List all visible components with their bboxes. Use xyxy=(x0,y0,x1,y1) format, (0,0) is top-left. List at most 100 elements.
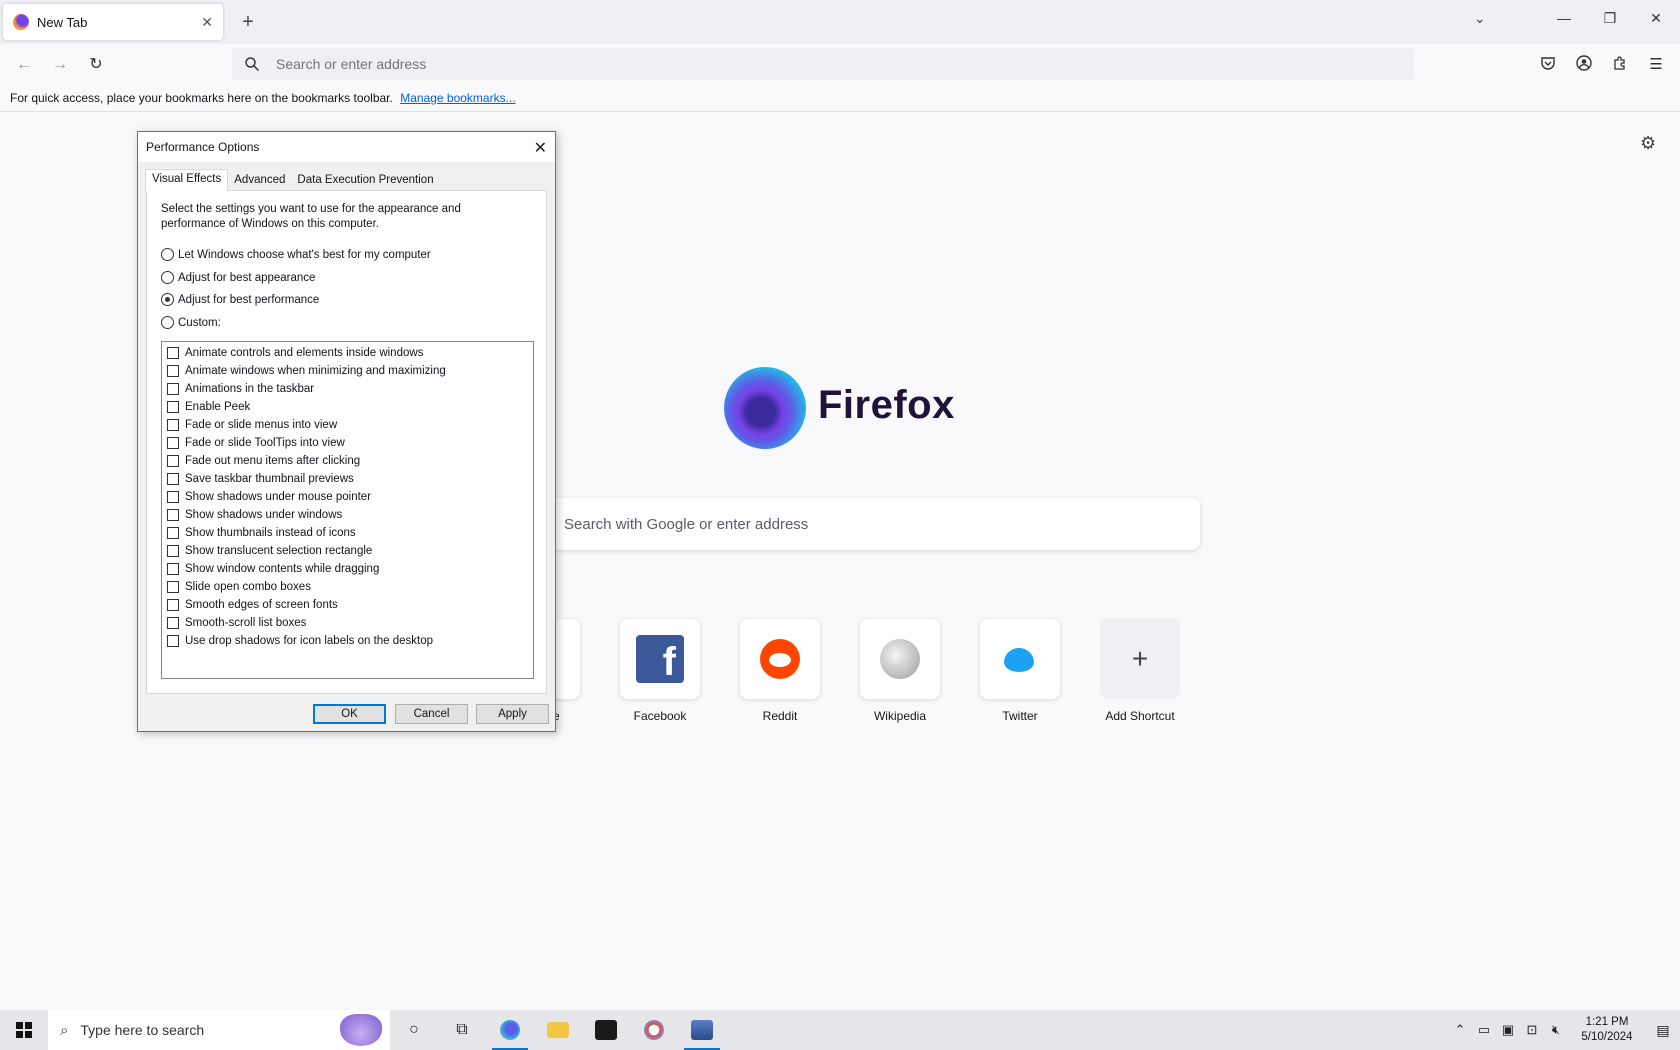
radio-best-appearance[interactable]: Adjust for best appearance xyxy=(161,271,315,284)
shortcut-facebook[interactable]: f Facebook xyxy=(610,619,710,723)
taskbar-terminal[interactable] xyxy=(582,1010,630,1050)
plus-icon: + xyxy=(1131,643,1149,674)
tab-data-execution-prevention[interactable]: Data Execution Prevention xyxy=(291,171,439,191)
apply-button[interactable]: Apply xyxy=(476,704,549,724)
radio-button[interactable] xyxy=(161,316,174,329)
newtab-search-input[interactable]: Search with Google or enter address xyxy=(536,498,1200,550)
gear-icon[interactable]: ⚙ xyxy=(1640,133,1656,154)
taskbar-firefox[interactable] xyxy=(486,1010,534,1050)
tab-title: New Tab xyxy=(37,14,88,30)
tab-advanced[interactable]: Advanced xyxy=(228,171,291,191)
ok-button[interactable]: OK xyxy=(313,704,386,724)
checkbox-fade-menus[interactable]: Fade or slide menus into view xyxy=(162,416,533,434)
radio-label: Adjust for best performance xyxy=(178,293,320,306)
shortcut-label: Reddit xyxy=(762,709,798,723)
radio-button[interactable] xyxy=(161,271,174,284)
checkbox-animations-taskbar[interactable]: Animations in the taskbar xyxy=(162,380,533,398)
system-tray: ⌃ ▭ ▣ ⊡ 🔇︎ 1:21 PM 5/10/2024 ▤ xyxy=(1448,1010,1680,1050)
radio-button[interactable] xyxy=(161,248,174,261)
visual-effects-panel: Select the settings you want to use for … xyxy=(146,190,547,694)
meet-now-icon[interactable]: ▭ xyxy=(1472,1022,1496,1038)
window-close-icon[interactable]: ✕ xyxy=(1646,10,1666,27)
radio-custom[interactable]: Custom: xyxy=(161,316,221,329)
taskbar-search-placeholder: Type here to search xyxy=(80,1022,205,1038)
firefox-favicon-icon xyxy=(13,14,29,30)
checkbox-window-contents-dragging[interactable]: Show window contents while dragging xyxy=(162,560,533,578)
checkbox-label: Show thumbnails instead of icons xyxy=(185,527,356,539)
menu-icon[interactable]: ☰ xyxy=(1646,55,1666,75)
clock[interactable]: 1:21 PM 5/10/2024 xyxy=(1568,1015,1646,1045)
search-highlight-icon xyxy=(340,1014,382,1046)
notifications-icon[interactable]: ▤ xyxy=(1646,1022,1680,1039)
radio-let-windows-choose[interactable]: Let Windows choose what's best for my co… xyxy=(161,248,431,261)
checkbox-label: Smooth-scroll list boxes xyxy=(185,617,307,629)
forward-icon[interactable]: → xyxy=(48,53,72,77)
system-properties-icon xyxy=(691,1020,713,1040)
checkbox-fade-tooltips[interactable]: Fade or slide ToolTips into view xyxy=(162,434,533,452)
checkbox-drop-shadows-desktop[interactable]: Use drop shadows for icon labels on the … xyxy=(162,632,533,650)
dialog-tabs: Visual Effects Advanced Data Execution P… xyxy=(145,169,440,191)
tab-visual-effects[interactable]: Visual Effects xyxy=(145,169,229,191)
checkbox-fade-menu-items[interactable]: Fade out menu items after clicking xyxy=(162,452,533,470)
list-all-tabs-icon[interactable]: ⌄ xyxy=(1474,10,1486,27)
shortcut-wikipedia[interactable]: Wikipedia xyxy=(850,619,950,723)
tab-new-tab[interactable]: New Tab ✕ xyxy=(3,4,223,40)
snipping-tool-icon xyxy=(644,1020,664,1040)
checkbox-thumbnails-icons[interactable]: Show thumbnails instead of icons xyxy=(162,524,533,542)
cancel-button[interactable]: Cancel xyxy=(395,704,468,724)
taskbar-snipping-tool[interactable] xyxy=(630,1010,678,1050)
back-icon[interactable]: ← xyxy=(12,53,36,77)
facebook-icon: f xyxy=(636,635,684,684)
url-input[interactable] xyxy=(276,56,1176,72)
checkbox-animate-windows[interactable]: Animate windows when minimizing and maxi… xyxy=(162,362,533,380)
checkbox-shadows-windows[interactable]: Show shadows under windows xyxy=(162,506,533,524)
new-tab-button[interactable]: + xyxy=(236,10,260,34)
performance-options-dialog: Performance Options ✕ Visual Effects Adv… xyxy=(137,131,556,732)
checkbox-label: Fade out menu items after clicking xyxy=(185,455,361,467)
checkbox-label: Fade or slide ToolTips into view xyxy=(185,437,345,449)
account-icon[interactable] xyxy=(1574,55,1594,75)
radio-best-performance[interactable]: Adjust for best performance xyxy=(161,293,319,306)
checkbox-label: Save taskbar thumbnail previews xyxy=(185,473,354,485)
url-bar[interactable] xyxy=(232,48,1414,80)
taskbar-search-box[interactable]: ⌕ Type here to search xyxy=(48,1010,390,1050)
checkbox-enable-peek[interactable]: Enable Peek xyxy=(162,398,533,416)
checkbox-label: Enable Peek xyxy=(185,401,251,413)
start-button[interactable] xyxy=(0,1010,48,1050)
pocket-icon[interactable] xyxy=(1538,55,1558,75)
restore-icon[interactable]: ❐ xyxy=(1600,10,1620,27)
checkbox-label: Use drop shadows for icon labels on the … xyxy=(185,635,434,647)
checkbox-animate-controls[interactable]: Animate controls and elements inside win… xyxy=(162,344,533,362)
dialog-close-icon[interactable]: ✕ xyxy=(534,138,547,158)
search-icon: ⌕ xyxy=(60,1021,69,1039)
taskbar-system-properties[interactable] xyxy=(678,1010,726,1050)
cortana-icon[interactable]: ○ xyxy=(390,1010,438,1050)
checkbox-smooth-scroll[interactable]: Smooth-scroll list boxes xyxy=(162,614,533,632)
network-icon[interactable]: ⊡ xyxy=(1520,1022,1544,1038)
intro-text: Select the settings you want to use for … xyxy=(161,203,461,230)
volume-muted-icon[interactable]: 🔇︎ xyxy=(1544,1022,1568,1038)
security-icon[interactable]: ▣ xyxy=(1496,1022,1520,1038)
checkbox-label: Smooth edges of screen fonts xyxy=(185,599,338,611)
firefox-icon xyxy=(500,1020,520,1040)
task-view-icon[interactable]: ⧉ xyxy=(438,1010,486,1050)
shortcut-twitter[interactable]: Twitter xyxy=(970,619,1070,723)
checkbox-shadows-pointer[interactable]: Show shadows under mouse pointer xyxy=(162,488,533,506)
taskbar-file-explorer[interactable] xyxy=(534,1010,582,1050)
chevron-up-icon[interactable]: ⌃ xyxy=(1448,1022,1472,1038)
close-tab-icon[interactable]: ✕ xyxy=(201,14,213,31)
radio-button[interactable] xyxy=(161,293,174,306)
extensions-icon[interactable] xyxy=(1610,55,1630,75)
checkbox-smooth-fonts[interactable]: Smooth edges of screen fonts xyxy=(162,596,533,614)
shortcut-add[interactable]: + Add Shortcut xyxy=(1090,619,1190,723)
checkbox-slide-combo[interactable]: Slide open combo boxes xyxy=(162,578,533,596)
reload-icon[interactable]: ↻ xyxy=(84,53,108,77)
shortcut-reddit[interactable]: Reddit xyxy=(730,619,830,723)
tab-bar: New Tab ✕ + ⌄ — ❐ ✕ xyxy=(0,0,1680,44)
visual-effects-list[interactable]: Animate controls and elements inside win… xyxy=(161,341,534,679)
checkbox-translucent-selection[interactable]: Show translucent selection rectangle xyxy=(162,542,533,560)
manage-bookmarks-link[interactable]: Manage bookmarks... xyxy=(400,91,515,105)
checkbox-save-thumbnails[interactable]: Save taskbar thumbnail previews xyxy=(162,470,533,488)
minimize-icon[interactable]: — xyxy=(1554,10,1574,26)
dialog-titlebar[interactable]: Performance Options ✕ xyxy=(138,132,555,162)
